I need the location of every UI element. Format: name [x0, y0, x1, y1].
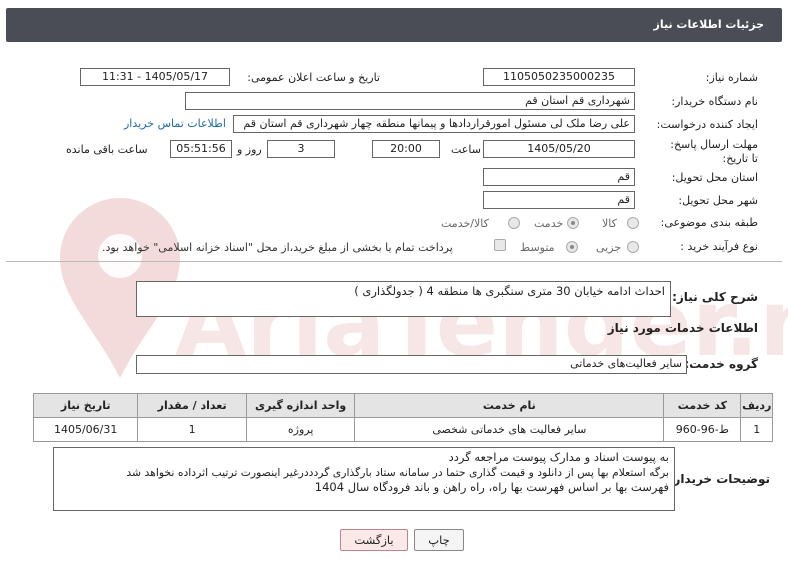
- buyer-notes-line-2: برگه استعلام بها پس از دانلود و قیمت گذا…: [126, 466, 669, 479]
- category-radio-service[interactable]: [567, 217, 579, 229]
- category-radio-goods-service[interactable]: [508, 217, 520, 229]
- buyer-notes-label: توضیحات خریدار:: [668, 472, 770, 486]
- cell-unit: پروژه: [245, 417, 356, 442]
- days-label: روز و: [237, 143, 262, 156]
- description-label: شرح کلی نیاز:: [672, 290, 758, 304]
- col-header-service-name: نام خدمت: [354, 393, 665, 418]
- requester-field: علی رضا ملک لی مسئول امورقراردادها و پیم…: [233, 115, 635, 133]
- buyer-notes-line-3: فهرست بها بر اساس فهرست بها راه، راه راه…: [314, 480, 669, 494]
- remaining-time-field: 05:51:56: [170, 140, 232, 158]
- page-title: جزئیات اطلاعات نیاز: [653, 18, 765, 31]
- process-type-label: نوع فرآیند خرید :: [680, 240, 758, 253]
- province-label: استان محل تحویل:: [671, 171, 758, 184]
- deadline-date-field: 1405/05/20: [483, 140, 635, 158]
- col-header-unit: واحد اندازه گیری: [245, 393, 356, 418]
- col-header-quantity: تعداد / مقدار: [137, 393, 247, 418]
- buyer-org-field: شهرداری قم استان قم: [185, 92, 635, 110]
- buyer-notes-field[interactable]: به پیوست اسناد و مدارک پیوست مراجعه گردد…: [53, 447, 675, 511]
- process-option-medium: متوسط: [520, 241, 555, 254]
- cell-need-date: 1405/06/31: [32, 417, 139, 442]
- service-group-label: گروه خدمت:: [684, 357, 758, 371]
- services-table: ردیف کد خدمت نام خدمت واحد اندازه گیری ت…: [32, 393, 773, 442]
- need-number-label: شماره نیاز:: [705, 71, 758, 84]
- back-button[interactable]: بازگشت: [340, 529, 408, 551]
- deadline-time-field: 20:00: [372, 140, 440, 158]
- services-section-title: اطلاعات خدمات مورد نیاز: [607, 321, 758, 335]
- category-label: طبقه بندی موضوعی:: [660, 216, 758, 229]
- deadline-time-label: ساعت: [451, 143, 481, 156]
- province-field: قم: [483, 168, 635, 186]
- deadline-label: مهلت ارسال پاسخ: تا تاریخ:: [670, 138, 758, 165]
- cell-service-name: سایر فعالیت های خدماتی شخصی: [354, 417, 665, 442]
- description-field[interactable]: احداث ادامه خیابان 30 متری سنگبری ها منط…: [136, 281, 671, 317]
- table-header-row: ردیف کد خدمت نام خدمت واحد اندازه گیری ت…: [32, 393, 773, 418]
- buyer-org-label: نام دستگاه خریدار:: [671, 95, 758, 108]
- remaining-time-label: ساعت باقی مانده: [66, 143, 148, 156]
- treasury-checkbox[interactable]: [494, 239, 506, 251]
- table-row: 1 ط-96-960 سایر فعالیت های خدماتی شخصی پ…: [32, 417, 773, 442]
- category-option-goods: کالا: [602, 217, 617, 230]
- days-remaining-field: 3: [267, 140, 335, 158]
- announce-datetime-field: 1405/05/17 - 11:31: [80, 68, 230, 86]
- city-field: قم: [483, 191, 635, 209]
- announce-datetime-label: تاریخ و ساعت اعلان عمومی:: [247, 71, 380, 84]
- category-option-goods-service: کالا/خدمت: [441, 217, 489, 230]
- process-option-minor: جزیی: [596, 241, 622, 254]
- cell-row-number: 1: [740, 417, 773, 442]
- service-group-field: سایر فعالیت‌های خدماتی: [136, 355, 687, 374]
- process-radio-medium[interactable]: [566, 241, 578, 253]
- cell-quantity: 1: [137, 417, 247, 442]
- category-radio-goods[interactable]: [627, 217, 639, 229]
- requester-label: ایجاد کننده درخواست:: [656, 118, 758, 131]
- treasury-note: پرداخت تمام یا بخشی از مبلغ خرید،از محل …: [102, 241, 453, 254]
- col-header-row-number: ردیف: [740, 393, 773, 418]
- need-number-field: 1105050235000235: [483, 68, 635, 86]
- buyer-contact-link[interactable]: اطلاعات تماس خریدار: [124, 117, 226, 130]
- print-button[interactable]: چاپ: [414, 529, 464, 551]
- process-radio-minor[interactable]: [627, 241, 639, 253]
- page-header: جزئیات اطلاعات نیاز: [6, 8, 782, 42]
- buyer-notes-line-1: به پیوست اسناد و مدارک پیوست مراجعه گردد: [448, 450, 669, 464]
- city-label: شهر محل تحویل:: [678, 194, 758, 207]
- col-header-service-code: کد خدمت: [663, 393, 742, 418]
- category-option-service: خدمت: [534, 217, 564, 230]
- cell-service-code: ط-96-960: [663, 417, 742, 442]
- description-text: احداث ادامه خیابان 30 متری سنگبری ها منط…: [354, 284, 665, 298]
- section-divider: [6, 261, 782, 262]
- col-header-need-date: تاریخ نیاز: [32, 393, 139, 418]
